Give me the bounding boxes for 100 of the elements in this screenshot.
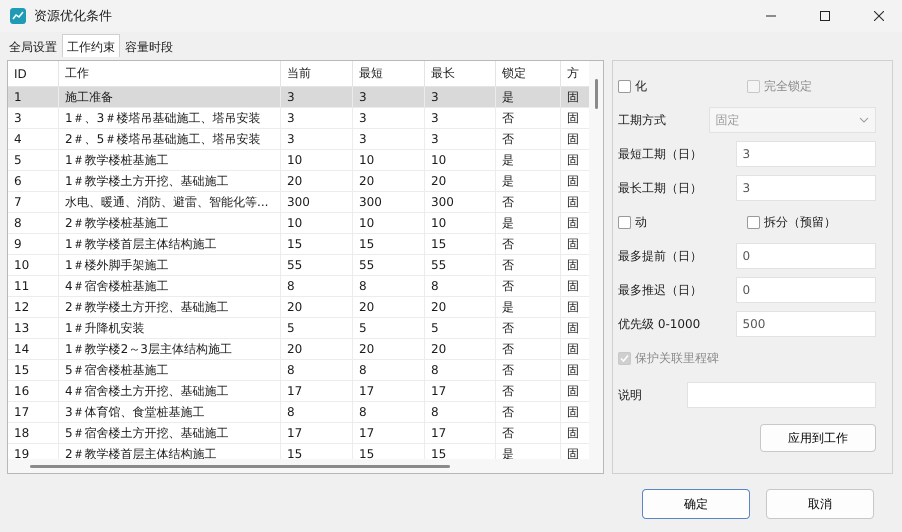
table-cell: 1 [8, 87, 59, 108]
table-cell: 12 [8, 297, 59, 318]
table-cell: 8 [281, 360, 353, 381]
table-cell: 300 [281, 192, 353, 213]
table-cell: 3＃体育馆、食堂桩基施工 [59, 402, 281, 423]
input-field[interactable]: 500 [736, 311, 876, 337]
table-cell: 10 [353, 213, 425, 234]
table-cell: 3 [281, 108, 353, 129]
table-cell: 1＃教学楼首层主体结构施工 [59, 234, 281, 255]
input-field[interactable]: 3 [736, 175, 876, 201]
table-cell: 否 [496, 234, 561, 255]
table-cell: 否 [496, 381, 561, 402]
checkbox[interactable]: 动 [618, 214, 747, 230]
checkbox[interactable]: 化 [618, 78, 747, 94]
table-cell: 17 [281, 381, 353, 402]
chevron-down-icon [859, 117, 869, 123]
ok-button[interactable]: 确定 [642, 489, 750, 519]
table-cell: 15 [8, 360, 59, 381]
table-cell: 3 [353, 129, 425, 150]
field-label: 工期方式 [618, 112, 667, 128]
table-cell: 9 [8, 234, 59, 255]
field-label: 最短工期（日） [618, 146, 703, 162]
field-label: 最长工期（日） [618, 180, 703, 196]
table-cell: 1＃、3＃楼塔吊基础施工、塔吊安装 [59, 108, 281, 129]
table-cell: 否 [496, 402, 561, 423]
table-cell: 3 [353, 87, 425, 108]
maximize-icon [820, 11, 830, 21]
table-cell: 17 [425, 381, 496, 402]
field-label: 说明 [618, 386, 643, 404]
table-cell: 55 [281, 255, 353, 276]
table-cell: 否 [496, 423, 561, 444]
table-cell: 5 [281, 318, 353, 339]
table-cell: 1＃教学楼2～3层主体结构施工 [59, 339, 281, 360]
table-cell: 20 [281, 339, 353, 360]
table-cell: 8 [281, 402, 353, 423]
table-cell: 水电、暖通、消防、避雷、智能化等... [59, 192, 281, 213]
table-cell: 10 [425, 213, 496, 234]
table-cell: 5 [8, 150, 59, 171]
table-cell: 17 [281, 423, 353, 444]
table-cell: 8 [425, 276, 496, 297]
table-cell: 1＃升降机安装 [59, 318, 281, 339]
table-cell: 3 [353, 108, 425, 129]
table-cell: 是 [496, 297, 561, 318]
table-cell: 否 [496, 129, 561, 150]
table-cell: 18 [8, 423, 59, 444]
table-cell: 11 [8, 276, 59, 297]
table-cell: 施工准备 [59, 87, 281, 108]
close-icon [874, 11, 884, 21]
table-cell: 20 [425, 339, 496, 360]
table-cell: 3 [425, 87, 496, 108]
table-cell: 6 [8, 171, 59, 192]
table-cell: 3 [425, 129, 496, 150]
cancel-button[interactable]: 取消 [766, 489, 874, 519]
table-cell: 3 [425, 108, 496, 129]
table-cell: 10 [281, 213, 353, 234]
field-label: 最多提前（日） [618, 248, 703, 264]
table-cell: 20 [425, 297, 496, 318]
table-cell: 10 [353, 150, 425, 171]
table-cell: 5 [353, 318, 425, 339]
table-cell: 4 [8, 129, 59, 150]
table-cell: 15 [281, 234, 353, 255]
table-cell: 1＃教学楼土方开挖、基础施工 [59, 171, 281, 192]
input-field[interactable]: 3 [736, 141, 876, 167]
table-cell: 否 [496, 318, 561, 339]
table-cell: 否 [496, 192, 561, 213]
table-cell: 2＃教学楼土方开挖、基础施工 [59, 297, 281, 318]
input-field[interactable]: 0 [736, 277, 876, 303]
table-cell: 7 [8, 192, 59, 213]
table-cell: 17 [353, 381, 425, 402]
window-title: 资源优化条件 [34, 8, 113, 25]
table-cell: 20 [281, 297, 353, 318]
table-cell: 20 [425, 171, 496, 192]
table-cell: 是 [496, 171, 561, 192]
table-cell: 否 [496, 108, 561, 129]
input-field[interactable]: 0 [736, 243, 876, 269]
table-cell: 15 [425, 234, 496, 255]
table-cell: 20 [353, 171, 425, 192]
table-cell: 13 [8, 318, 59, 339]
table-cell: 5＃宿舍楼土方开挖、基础施工 [59, 423, 281, 444]
table-cell: 1＃教学楼桩基施工 [59, 150, 281, 171]
table-cell: 10 [281, 150, 353, 171]
table-cell: 8 [353, 402, 425, 423]
table-cell: 17 [425, 423, 496, 444]
scrollbar-thumb[interactable] [30, 465, 450, 468]
table-cell: 8 [425, 402, 496, 423]
table-cell: 5＃宿舍楼桩基施工 [59, 360, 281, 381]
table-cell: 8 [281, 276, 353, 297]
input-field[interactable] [686, 382, 876, 408]
tab[interactable]: 工作约束 [62, 34, 120, 57]
table-cell: 4＃宿舍楼桩基施工 [59, 276, 281, 297]
checkbox[interactable]: 拆分（预留） [747, 214, 876, 230]
table-cell: 17 [353, 423, 425, 444]
table-cell: 15 [353, 234, 425, 255]
field-label: 优先级 0-1000 [618, 316, 702, 332]
apply-button[interactable]: 应用到工作 [760, 424, 876, 452]
table-cell: 否 [496, 339, 561, 360]
table-cell: 300 [425, 192, 496, 213]
table-cell: 3 [281, 87, 353, 108]
table-cell: 17 [8, 402, 59, 423]
scrollbar-thumb[interactable] [595, 79, 598, 109]
